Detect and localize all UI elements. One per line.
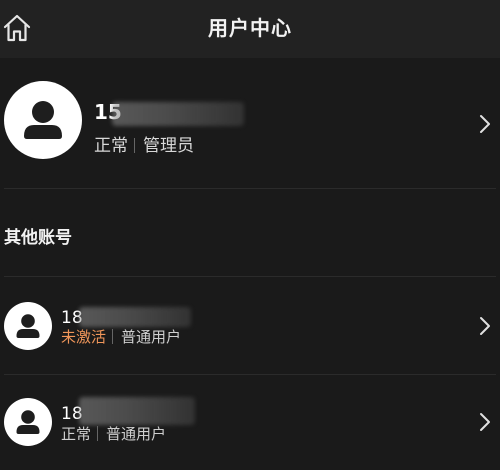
- account-row[interactable]: 18 未激活 普通用户: [0, 278, 500, 374]
- user-avatar-icon: [4, 398, 52, 446]
- role-label: 管理员: [143, 136, 194, 156]
- account-tags: 正常 普通用户: [61, 424, 166, 444]
- account-tags: 未激活 普通用户: [61, 327, 181, 347]
- status-label: 正常: [61, 425, 92, 443]
- account-phone: 18: [61, 397, 201, 425]
- user-avatar-icon: [4, 302, 52, 350]
- phone-redaction: [79, 397, 195, 425]
- other-accounts-title: 其他账号: [4, 228, 72, 248]
- tag-separator: [97, 426, 99, 441]
- status-label: 正常: [94, 136, 128, 156]
- role-label: 普通用户: [121, 328, 182, 346]
- divider: [4, 276, 496, 277]
- phone-redaction: [79, 307, 191, 327]
- chevron-right-icon: [478, 316, 492, 336]
- user-avatar-icon: [4, 81, 82, 159]
- role-label: 普通用户: [106, 425, 167, 443]
- chevron-right-icon: [478, 114, 492, 134]
- tag-separator: [112, 329, 114, 344]
- phone-redaction: [112, 102, 244, 126]
- account-phone: 18: [61, 307, 201, 329]
- current-account-tags: 正常 管理员: [94, 134, 194, 158]
- chevron-right-icon: [478, 412, 492, 432]
- tag-separator: [134, 138, 135, 153]
- app-header: 用户中心: [0, 0, 500, 58]
- current-account-card[interactable]: 15 正常 管理员: [0, 64, 500, 186]
- current-account-phone: 15: [94, 99, 254, 126]
- divider: [4, 188, 496, 189]
- status-label: 未激活: [61, 328, 107, 346]
- page-title: 用户中心: [208, 16, 292, 40]
